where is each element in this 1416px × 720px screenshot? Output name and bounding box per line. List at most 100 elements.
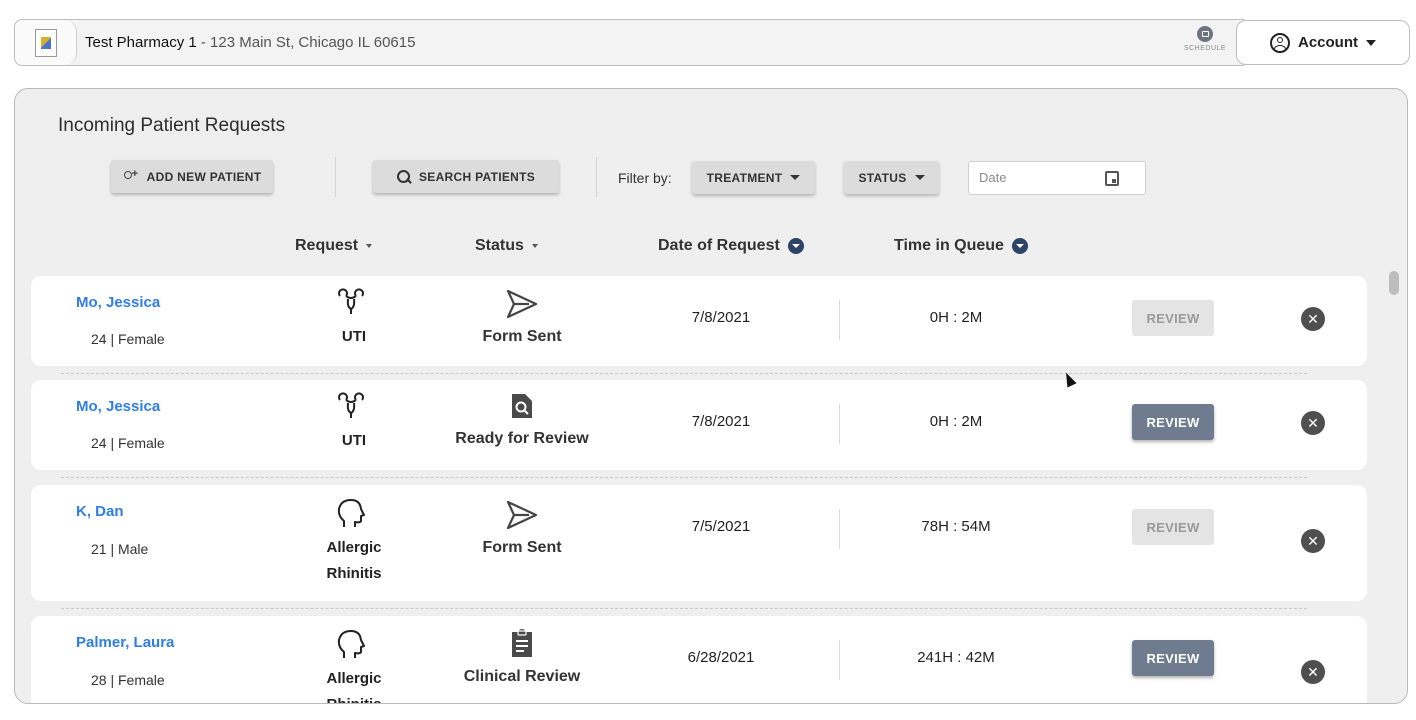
sort-caret-icon [366, 244, 373, 248]
patient-name-link[interactable]: Mo, Jessica [76, 398, 160, 415]
date-input[interactable] [979, 170, 1099, 185]
column-header-queue[interactable]: Time in Queue [894, 237, 1028, 255]
time-in-queue: 0H : 2M [929, 413, 983, 430]
request-type: Allergic Rhinitis [289, 666, 419, 703]
requests-panel: Incoming Patient Requests ADD NEW PATIEN… [14, 88, 1408, 704]
patient-name-link[interactable]: K, Dan [76, 503, 124, 520]
status-filter-label: STATUS [858, 170, 907, 185]
column-header-queue-label: Time in Queue [894, 237, 1004, 254]
scrollbar-thumb[interactable] [1389, 271, 1399, 295]
table-row[interactable]: Mo, Jessica 24 | Female UTI Ready for Re… [31, 380, 1367, 470]
patient-name-link[interactable]: Palmer, Laura [76, 634, 174, 651]
request-status: Form Sent [482, 328, 562, 345]
request-type-line: Allergic [326, 670, 382, 687]
search-patients-label: SEARCH PATIENTS [418, 169, 536, 184]
schedule-icon [1197, 26, 1213, 42]
send-icon [506, 500, 538, 530]
time-in-queue: 78H : 54M [921, 518, 991, 535]
column-header-status-label: Status [475, 237, 524, 254]
review-button[interactable]: REVIEW [1132, 509, 1214, 545]
row-separator [61, 608, 1307, 609]
add-new-patient-button[interactable]: ADD NEW PATIENT [111, 160, 273, 193]
sort-indicator-icon [787, 238, 804, 254]
head-profile-icon [337, 499, 365, 527]
review-button[interactable]: REVIEW [1132, 640, 1214, 676]
bladder-icon [338, 392, 364, 418]
pharmacy-address: - 123 Main St, Chicago IL 60615 [196, 34, 416, 51]
patient-info: 24 | Female [91, 331, 165, 347]
request-date: 7/8/2021 [691, 413, 751, 430]
caret-down-icon [914, 175, 925, 180]
request-status: Ready for Review [455, 430, 589, 447]
close-icon[interactable]: ✕ [1301, 307, 1325, 331]
close-icon[interactable]: ✕ [1301, 411, 1325, 435]
sort-indicator-icon [1011, 238, 1028, 254]
pharmacy-bar: Test Pharmacy 1 - 123 Main St, Chicago I… [14, 19, 1244, 66]
column-header-date-label: Date of Request [658, 237, 780, 254]
request-date: 6/28/2021 [687, 649, 755, 666]
date-filter [968, 161, 1146, 195]
table-row[interactable]: Mo, Jessica 24 | Female UTI Form Sent 7/… [31, 276, 1367, 366]
patient-name-link[interactable]: Mo, Jessica [76, 294, 160, 311]
toolbar-divider [596, 157, 597, 197]
person-add-icon [123, 168, 139, 183]
head-profile-icon [337, 630, 365, 658]
request-date: 7/5/2021 [691, 518, 751, 535]
pharmacy-logo[interactable] [15, 20, 77, 65]
request-status: Clinical Review [463, 668, 581, 685]
calendar-icon[interactable] [1105, 171, 1119, 186]
request-type: UTI [341, 432, 367, 449]
row-divider [839, 509, 840, 549]
treatment-filter-label: TREATMENT [706, 170, 783, 185]
close-icon[interactable]: ✕ [1301, 660, 1325, 684]
clipboard-icon [512, 629, 532, 657]
account-button[interactable]: Account [1236, 20, 1410, 65]
row-divider [839, 404, 840, 444]
sort-caret-icon [531, 244, 538, 248]
filter-label: Filter by: [618, 170, 672, 186]
request-status: Form Sent [482, 539, 562, 556]
row-divider [839, 640, 840, 680]
top-bar: Test Pharmacy 1 - 123 Main St, Chicago I… [14, 19, 1410, 66]
caret-down-icon [1366, 39, 1376, 46]
row-separator [61, 373, 1307, 374]
account-circle-icon [1270, 32, 1290, 53]
column-header-status[interactable]: Status [475, 237, 538, 255]
column-header-request-label: Request [295, 237, 359, 254]
request-type: Allergic Rhinitis [289, 535, 419, 587]
row-divider [839, 300, 840, 340]
schedule-button[interactable]: SCHEDULE [1178, 26, 1232, 62]
time-in-queue: 241H : 42M [917, 649, 995, 666]
account-label: Account [1298, 34, 1358, 51]
row-separator [61, 477, 1307, 478]
search-icon [396, 169, 411, 184]
bladder-icon [338, 288, 364, 314]
time-in-queue: 0H : 2M [929, 309, 983, 326]
patient-info: 24 | Female [91, 435, 165, 451]
table-row[interactable]: Palmer, Laura 28 | Female Allergic Rhinit… [31, 616, 1367, 703]
review-button[interactable]: REVIEW [1132, 404, 1214, 440]
document-search-icon [512, 394, 532, 418]
close-icon[interactable]: ✕ [1301, 529, 1325, 553]
pharmacy-name: Test Pharmacy 1 [85, 34, 197, 51]
patient-info: 21 | Male [91, 541, 149, 557]
send-icon [506, 289, 538, 319]
search-patients-button[interactable]: SEARCH PATIENTS [373, 160, 559, 193]
column-header-request[interactable]: Request [295, 237, 373, 255]
page-title: Incoming Patient Requests [58, 115, 286, 136]
request-type-line: Rhinitis [327, 696, 382, 703]
request-type-line: Allergic [326, 539, 382, 556]
schedule-label: SCHEDULE [1183, 45, 1227, 52]
pharmacy-info: Test Pharmacy 1 - 123 Main St, Chicago I… [85, 34, 415, 51]
table-row[interactable]: K, Dan 21 | Male Allergic Rhinitis Form S… [31, 485, 1367, 601]
rx-logo-icon [34, 28, 57, 57]
add-new-patient-label: ADD NEW PATIENT [146, 169, 262, 184]
column-header-date[interactable]: Date of Request [658, 237, 804, 255]
review-button[interactable]: REVIEW [1132, 300, 1214, 336]
patient-info: 28 | Female [91, 672, 165, 688]
request-date: 7/8/2021 [691, 309, 751, 326]
toolbar-divider [335, 157, 336, 197]
request-type-line: Rhinitis [326, 565, 382, 582]
status-filter-dropdown[interactable]: STATUS [844, 161, 939, 194]
treatment-filter-dropdown[interactable]: TREATMENT [692, 161, 815, 194]
